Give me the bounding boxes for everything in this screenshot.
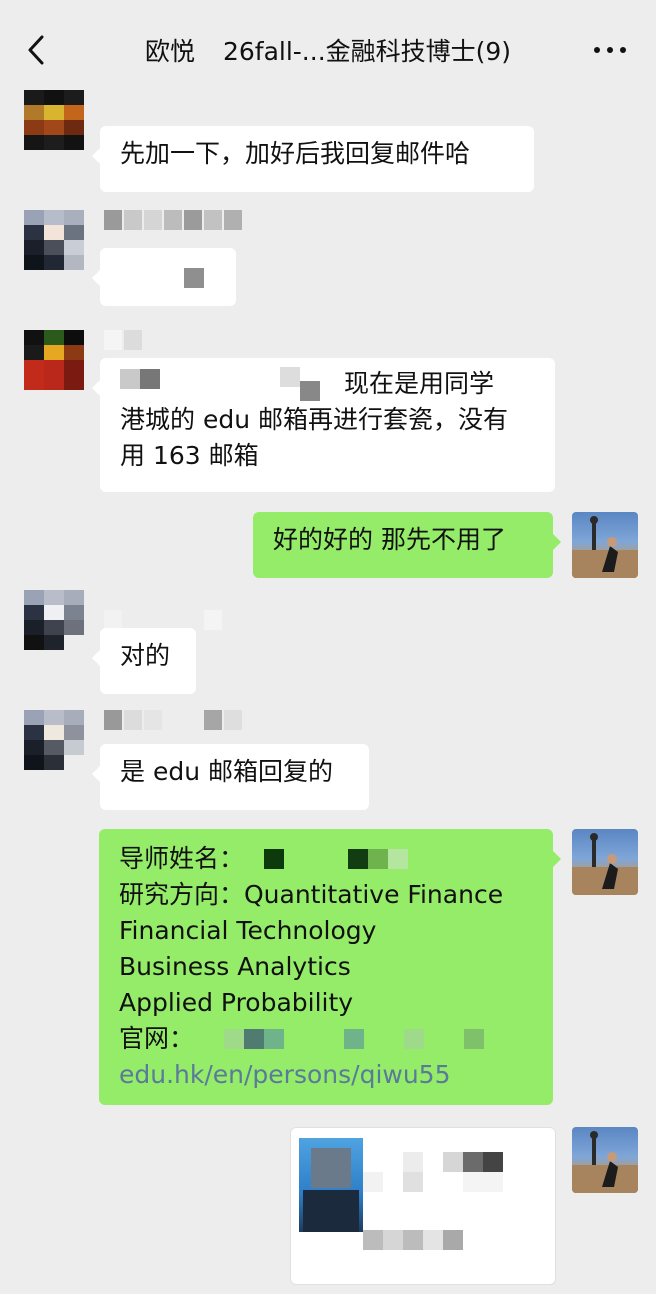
sender-avatar[interactable] [24,590,84,650]
redacted-text [184,268,204,288]
message-bubble[interactable]: 导师姓名： 研究方向：Quantitative Finance Financia… [99,829,561,1105]
message-text: 对的 [120,641,171,670]
sender-avatar[interactable] [24,710,84,770]
contact-card[interactable] [290,1127,556,1285]
message-line: 导师姓名： [119,841,533,877]
message-line: Applied Probability [119,988,354,1017]
redacted-text [120,367,320,401]
sender-avatar[interactable] [24,210,84,270]
message-line: 现在是用同学 [120,366,535,402]
my-avatar[interactable] [572,1127,638,1193]
message-bubble[interactable]: 先加一下，加好后我回复邮件哈 [92,126,534,192]
sender-nickname [104,710,242,730]
message-line: Business Analytics [119,952,351,981]
message-line: 用 163 邮箱 [120,441,259,470]
message-text: 现在是用同学 [344,369,495,398]
person-photo-icon [572,1131,638,1193]
my-avatar[interactable] [572,829,638,895]
message-bubble[interactable]: 好的好的 那先不用了 [253,512,561,578]
message-bubble[interactable]: 对的 [92,628,196,694]
more-button[interactable] [590,30,630,70]
sender-avatar[interactable] [24,90,84,150]
message-bubble[interactable] [92,248,236,306]
message-line: 研究方向：Quantitative Finance [119,880,504,909]
redacted-url [224,1029,485,1049]
message-line: 官网： [119,1021,533,1057]
my-avatar[interactable] [572,512,638,578]
website-label: 官网： [119,1024,195,1053]
message-line: Financial Technology [119,916,377,945]
redacted-card-text [363,1148,543,1268]
sender-avatar[interactable] [24,330,84,390]
sender-nickname [104,330,142,350]
website-link[interactable]: edu.hk/en/persons/qiwu55 [119,1057,533,1093]
message-text: 先加一下，加好后我回复邮件哈 [120,139,471,168]
message-bubble[interactable]: 是 edu 邮箱回复的 [92,744,369,810]
message-text: 好的好的 那先不用了 [273,525,506,554]
person-photo-icon [572,833,638,895]
card-photo [299,1138,363,1232]
group-title: 26fall-...金融科技博士(9) [222,37,512,66]
message-text: 是 edu 邮箱回复的 [120,757,333,786]
supervisor-label: 导师姓名： [119,844,245,873]
sender-nickname [104,210,242,230]
chat-header: 欧悦 26fall-...金融科技博士(9) [0,0,656,96]
chat-title: 欧悦 26fall-...金融科技博士(9) [0,30,656,70]
message-bubble[interactable]: 现在是用同学 港城的 edu 邮箱再进行套瓷，没有 用 163 邮箱 [92,358,555,492]
more-dots-icon [594,47,626,53]
redacted-text [264,849,409,869]
person-photo-icon [572,516,638,578]
sender-nickname [104,610,222,630]
message-line: 港城的 edu 邮箱再进行套瓷，没有 [120,405,508,434]
contact-name: 欧悦 [144,37,195,66]
